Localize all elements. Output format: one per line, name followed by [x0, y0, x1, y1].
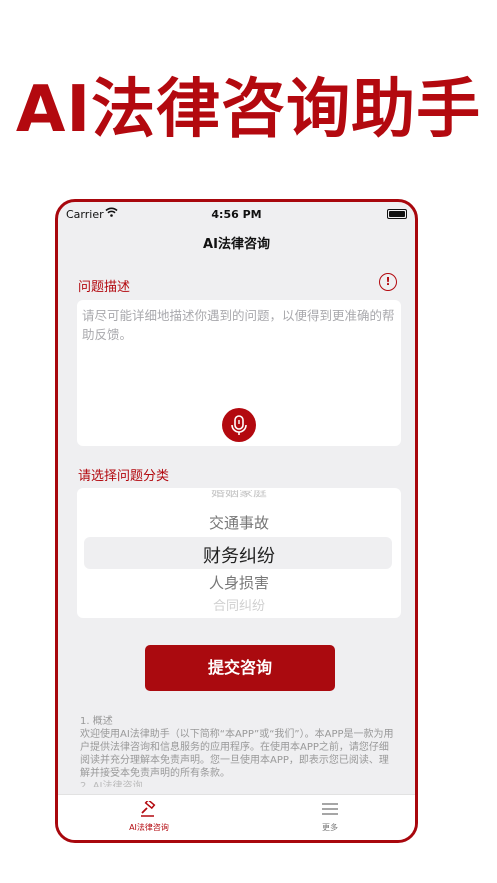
category-picker[interactable]: 婚姻家庭 交通事故 财务纠纷 人身损害 合同纠纷 — [77, 488, 401, 618]
microphone-icon — [231, 415, 247, 435]
nav-title: AI法律咨询 — [203, 237, 270, 252]
submit-button[interactable]: 提交咨询 — [145, 645, 335, 691]
menu-icon — [322, 803, 338, 815]
picker-option[interactable]: 人身损害 — [77, 572, 401, 593]
category-label: 请选择问题分类 — [78, 469, 170, 484]
microphone-button[interactable] — [222, 408, 256, 442]
tab-bar: AI法律咨询 更多 — [58, 794, 415, 840]
picker-option-selected[interactable]: 财务纠纷 — [77, 542, 401, 568]
status-time: 4:56 PM — [211, 208, 262, 221]
tab-ai-consult[interactable]: AI法律咨询 — [99, 798, 199, 833]
phone-frame: Carrier 4:56 PM AI法律咨询 问题描述 ! 请尽可能详细地描述你… — [55, 199, 418, 843]
info-icon[interactable]: ! — [379, 273, 397, 291]
battery-icon — [387, 209, 407, 219]
status-bar: Carrier 4:56 PM — [58, 202, 415, 224]
promo-title: AI法律咨询助手 — [15, 73, 482, 147]
disclaimer-next-heading: 2. AI法律咨询 — [80, 781, 143, 787]
picker-option[interactable]: 交通事故 — [77, 512, 401, 533]
gavel-icon — [141, 798, 156, 817]
question-placeholder: 请尽可能详细地描述你遇到的问题，以便得到更准确的帮助反馈。 — [82, 308, 395, 342]
picker-option[interactable]: 合同纠纷 — [77, 599, 401, 611]
question-label: 问题描述 — [78, 280, 131, 295]
disclaimer-body: 欢迎使用AI法律助手（以下简称“本APP”或“我们”）。本APP是一款为用户提供… — [80, 729, 394, 779]
tab-more-label: 更多 — [322, 823, 338, 832]
tab-more[interactable]: 更多 — [280, 801, 380, 833]
picker-option[interactable]: 婚姻家庭 — [77, 490, 401, 500]
tab-ai-consult-label: AI法律咨询 — [129, 823, 169, 832]
disclaimer-heading: 1. 概述 — [80, 716, 113, 727]
disclaimer-text: 1. 概述 欢迎使用AI法律助手（以下简称“本APP”或“我们”）。本APP是一… — [80, 715, 398, 787]
